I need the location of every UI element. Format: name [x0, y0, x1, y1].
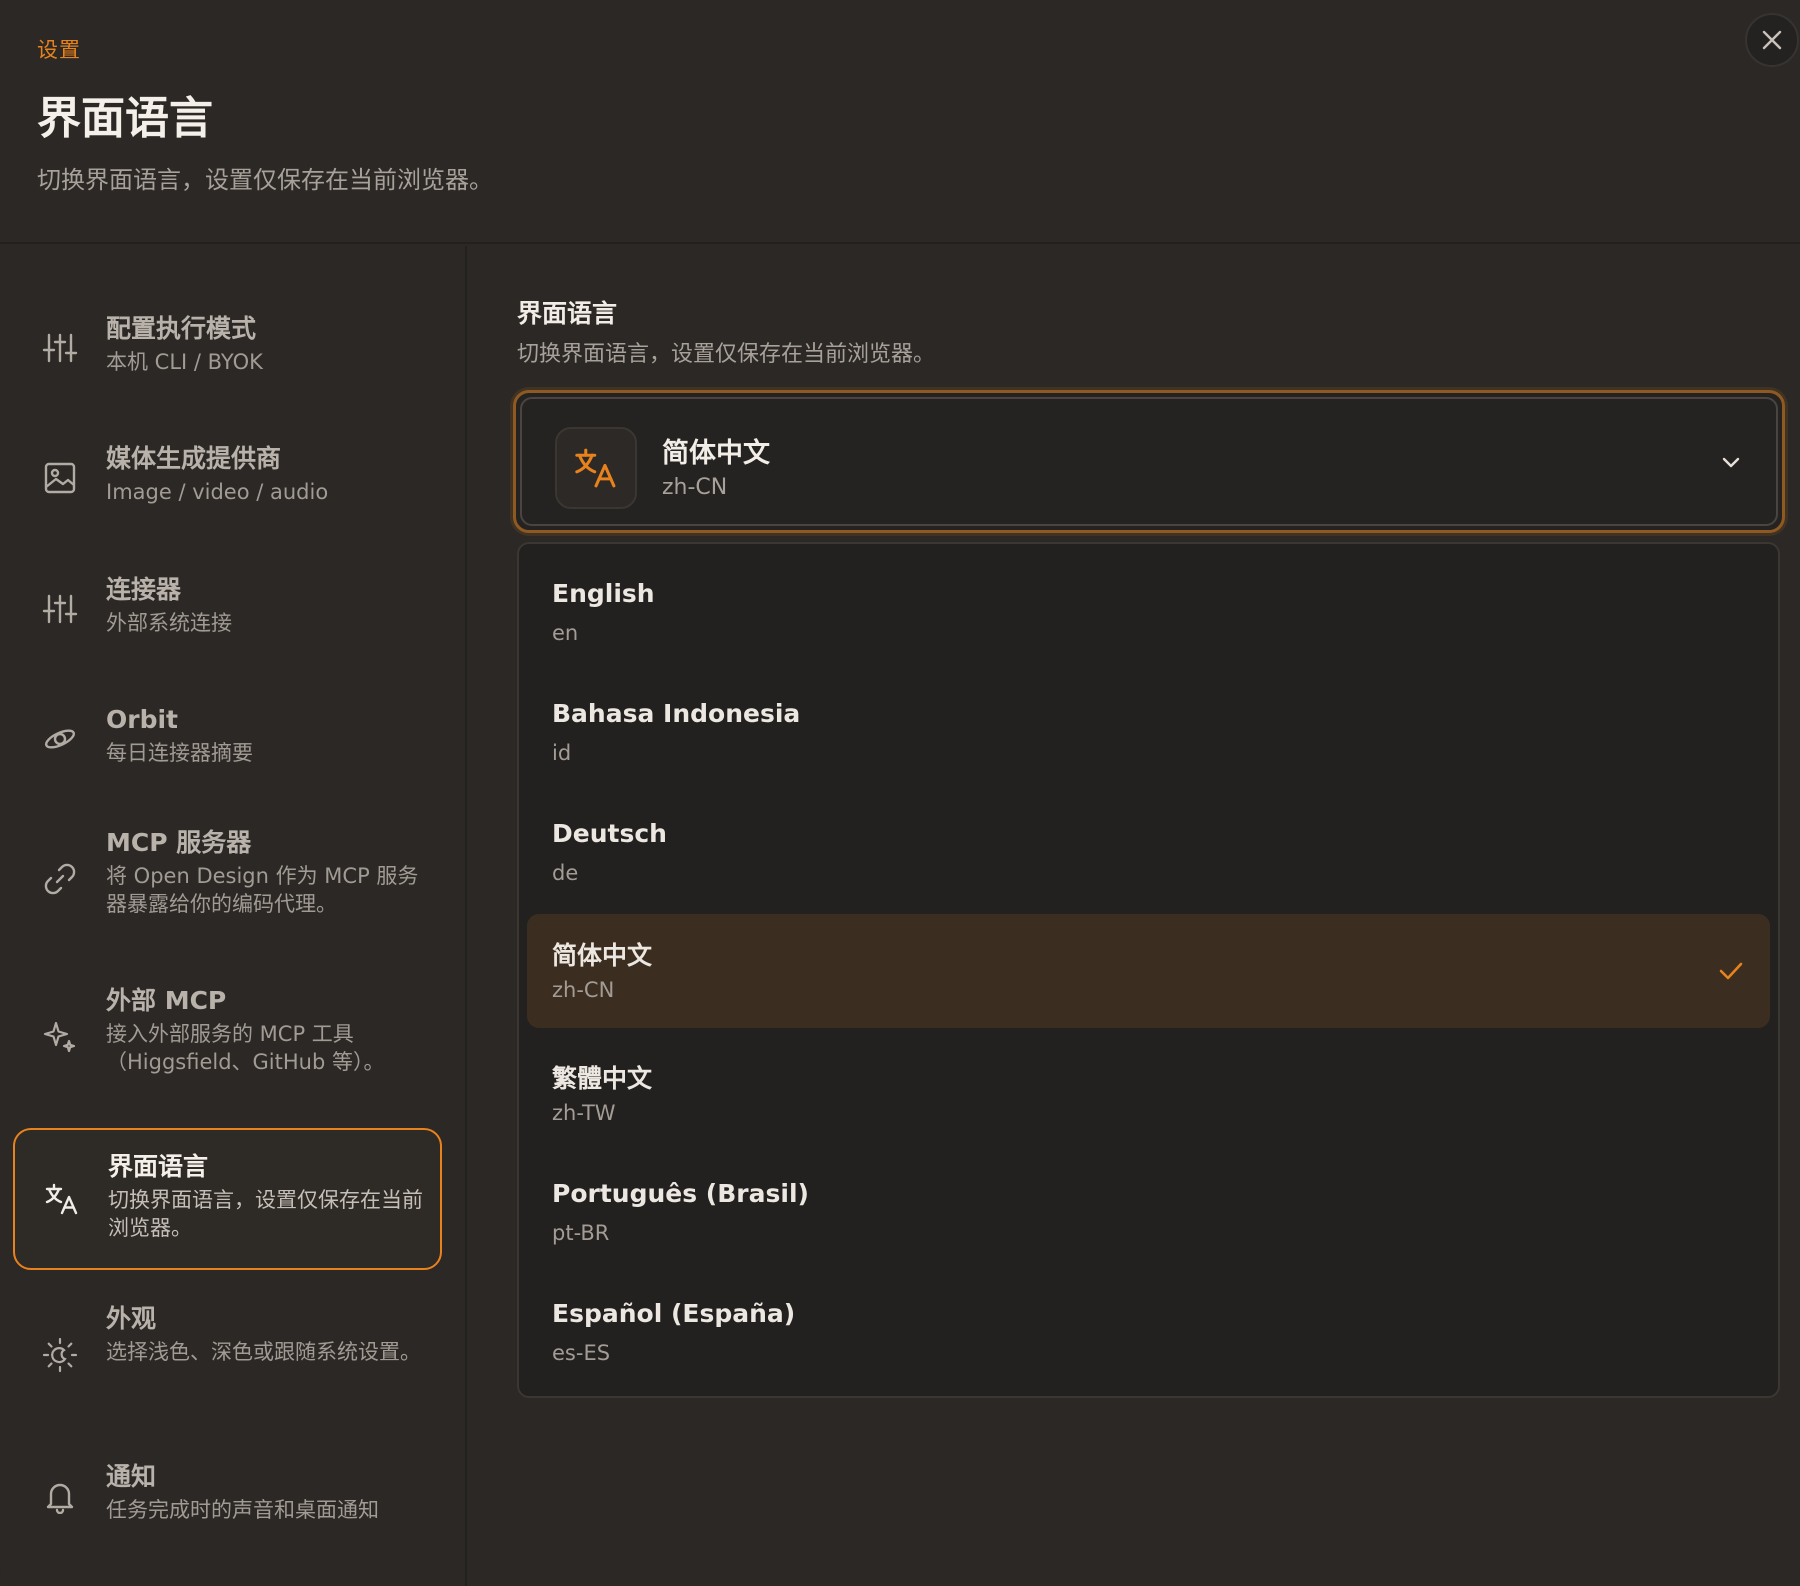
sidebar-item-title: 连接器 — [106, 575, 182, 604]
image-icon — [42, 460, 78, 496]
option-code: en — [552, 621, 579, 645]
sidebar-item-appearance[interactable]: 外观 选择浅色、深色或跟随系统设置。 — [13, 1288, 442, 1422]
settings-dialog: 设置 界面语言 切换界面语言，设置仅保存在当前浏览器。 配置执行模式 本机 CL… — [0, 0, 1800, 1586]
sidebar-item-title: 通知 — [106, 1462, 157, 1491]
settings-header: 设置 界面语言 切换界面语言，设置仅保存在当前浏览器。 — [0, 0, 1800, 244]
sliders-icon — [42, 591, 78, 627]
language-option-en[interactable]: English en — [527, 557, 1770, 671]
settings-sidebar: 配置执行模式 本机 CLI / BYOK 媒体生成提供商 Image / vid… — [0, 246, 467, 1586]
sidebar-item-external-mcp[interactable]: 外部 MCP 接入外部服务的 MCP 工具（Higgsfield、GitHub … — [13, 970, 442, 1104]
page-subtitle: 切换界面语言，设置仅保存在当前浏览器。 — [37, 166, 493, 194]
sidebar-item-title: 外部 MCP — [106, 986, 227, 1015]
option-label: Español (España) — [552, 1299, 796, 1328]
chevron-down-icon — [1718, 449, 1744, 475]
sidebar-item-desc: 任务完成时的声音和桌面通知 — [106, 1498, 379, 1522]
selected-language-label: 简体中文 — [662, 438, 770, 469]
sparkle-icon — [42, 1019, 78, 1055]
sidebar-item-title: Orbit — [106, 705, 178, 734]
orbit-icon — [42, 721, 78, 757]
sidebar-item-connectors[interactable]: 连接器 外部系统连接 — [13, 559, 442, 659]
language-icon-box — [555, 427, 637, 509]
section-title: 界面语言 — [517, 299, 618, 328]
option-code: zh-TW — [552, 1101, 616, 1125]
link-icon — [42, 861, 78, 897]
sidebar-item-desc: 将 Open Design 作为 MCP 服务器暴露给你的编码代理。 — [106, 864, 419, 916]
language-dropdown: English en Bahasa Indonesia id Deutsch d… — [517, 542, 1780, 1398]
close-button[interactable] — [1745, 13, 1799, 67]
language-option-pt-br[interactable]: Português (Brasil) pt-BR — [527, 1157, 1770, 1271]
option-code: de — [552, 861, 579, 885]
selected-language-code: zh-CN — [662, 475, 728, 500]
option-label: Deutsch — [552, 819, 667, 848]
sliders-icon — [42, 330, 78, 366]
sidebar-item-desc: 本机 CLI / BYOK — [106, 350, 263, 374]
option-label: 繁體中文 — [552, 1064, 653, 1093]
sidebar-item-mcp-server[interactable]: MCP 服务器 将 Open Design 作为 MCP 服务器暴露给你的编码代… — [13, 812, 442, 946]
option-label: Português (Brasil) — [552, 1179, 809, 1208]
option-code: zh-CN — [552, 978, 615, 1002]
close-icon — [1762, 30, 1782, 50]
sidebar-item-desc: 外部系统连接 — [106, 611, 232, 635]
option-code: pt-BR — [552, 1221, 610, 1245]
sidebar-item-orbit[interactable]: Orbit 每日连接器摘要 — [13, 689, 442, 789]
check-icon — [1716, 956, 1746, 986]
sidebar-item-language[interactable]: 界面语言 切换界面语言，设置仅保存在当前浏览器。 — [13, 1128, 442, 1270]
sidebar-item-execution-mode[interactable]: 配置执行模式 本机 CLI / BYOK — [13, 298, 442, 398]
sidebar-item-media-providers[interactable]: 媒体生成提供商 Image / video / audio — [13, 428, 442, 528]
sidebar-item-desc: 切换界面语言，设置仅保存在当前浏览器。 — [108, 1188, 423, 1240]
option-code: es-ES — [552, 1341, 611, 1365]
sidebar-item-notifications[interactable]: 通知 任务完成时的声音和桌面通知 — [13, 1446, 442, 1546]
language-select[interactable]: 简体中文 zh-CN — [513, 390, 1785, 533]
sidebar-item-desc: 每日连接器摘要 — [106, 741, 253, 765]
language-option-de[interactable]: Deutsch de — [527, 797, 1770, 911]
sidebar-item-title: 配置执行模式 — [106, 314, 257, 343]
translate-icon — [575, 448, 616, 488]
sun-moon-icon — [42, 1337, 78, 1373]
option-label: Bahasa Indonesia — [552, 699, 801, 728]
sidebar-item-desc: Image / video / audio — [106, 480, 329, 504]
sidebar-item-title: 界面语言 — [108, 1152, 209, 1181]
sidebar-item-title: 媒体生成提供商 — [106, 444, 282, 473]
sidebar-item-desc: 选择浅色、深色或跟随系统设置。 — [106, 1340, 421, 1364]
language-option-id[interactable]: Bahasa Indonesia id — [527, 677, 1770, 791]
sidebar-item-title: MCP 服务器 — [106, 828, 252, 857]
language-option-zh-tw[interactable]: 繁體中文 zh-TW — [527, 1037, 1770, 1151]
page-title: 界面语言 — [37, 93, 213, 144]
settings-eyebrow: 设置 — [37, 38, 81, 62]
translate-icon — [44, 1181, 80, 1217]
language-option-zh-cn[interactable]: 简体中文 zh-CN — [527, 914, 1770, 1028]
option-label: English — [552, 579, 655, 608]
sidebar-item-title: 外观 — [106, 1304, 157, 1333]
option-code: id — [552, 741, 572, 765]
section-description: 切换界面语言，设置仅保存在当前浏览器。 — [517, 342, 936, 367]
bell-icon — [42, 1478, 78, 1514]
sidebar-item-desc: 接入外部服务的 MCP 工具（Higgsfield、GitHub 等）。 — [106, 1022, 385, 1074]
language-option-es-es[interactable]: Español (España) es-ES — [527, 1277, 1770, 1391]
language-select-inner: 简体中文 zh-CN — [520, 397, 1778, 526]
option-label: 简体中文 — [552, 941, 653, 970]
